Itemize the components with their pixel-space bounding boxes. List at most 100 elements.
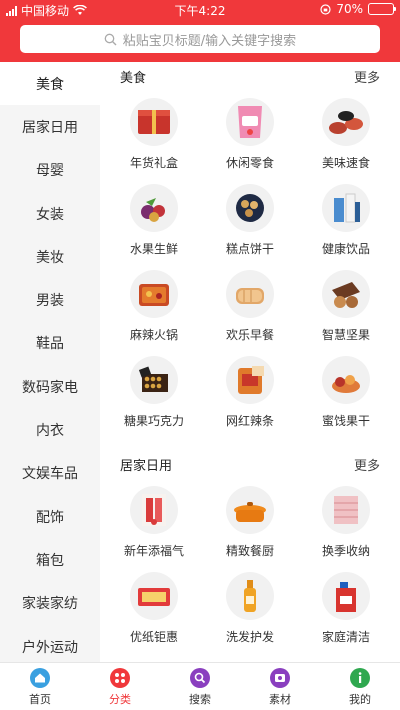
subcategory-item[interactable]: 欢乐早餐 (202, 262, 298, 348)
spicy-strips-icon (226, 356, 274, 404)
orientation-lock-icon (320, 3, 331, 15)
sidebar-item[interactable]: 美食 (0, 62, 100, 106)
status-bar: 中国移动 下午4:22 70% (0, 0, 400, 20)
cooking-pot-icon (226, 486, 274, 534)
subcategory-item[interactable]: 休闲零食 (202, 90, 298, 176)
sidebar-item[interactable]: 鞋品 (0, 322, 100, 365)
sidebar-item[interactable]: 文娱车品 (0, 452, 100, 495)
subcategory-item[interactable]: 健康饮品 (298, 176, 394, 262)
subcategory-item[interactable]: 美味速食 (298, 90, 394, 176)
bread-icon (226, 270, 274, 318)
subcategory-item[interactable]: 糕点饼干 (202, 176, 298, 262)
sidebar-item[interactable]: 居家日用 (0, 105, 100, 148)
sidebar-item[interactable]: 数码家电 (0, 365, 100, 408)
chocolate-icon (130, 356, 178, 404)
subcategory-label: 精致餐厨 (225, 544, 274, 558)
subcategory-item[interactable]: 优纸钜惠 (106, 564, 202, 650)
snack-bag-icon (226, 98, 274, 146)
gift-box-icon (130, 98, 178, 146)
sidebar-item[interactable]: 男装 (0, 278, 100, 321)
sidebar-item-label: 家装家纺 (22, 596, 78, 613)
noodle-bowls-icon (322, 98, 370, 146)
tab-label: 我的 (349, 692, 371, 706)
sidebar-item-label: 户外运动 (22, 639, 78, 656)
category-icon (110, 667, 130, 688)
shampoo-bottle-icon (226, 572, 274, 620)
tab-profile[interactable]: 我的 (320, 663, 400, 710)
more-link[interactable]: 更多 (354, 67, 380, 86)
sidebar-item-label: 文娱车品 (22, 466, 78, 483)
sidebar-item[interactable]: 箱包 (0, 538, 100, 581)
search-icon (190, 667, 210, 688)
battery-percent: 70% (336, 2, 363, 16)
nuts-icon (322, 270, 370, 318)
cookies-icon (226, 184, 274, 232)
sidebar-item-label: 美妆 (36, 249, 64, 266)
subcategory-item[interactable]: 麻辣火锅 (106, 262, 202, 348)
sidebar-item-label: 箱包 (36, 552, 64, 569)
detergent-bottle-icon (322, 572, 370, 620)
subcategory-item[interactable]: 精致餐厨 (202, 478, 298, 564)
subcategory-item[interactable]: 网红辣条 (202, 348, 298, 434)
subcategory-item[interactable]: 换季收纳 (298, 478, 394, 564)
sidebar-item[interactable]: 家装家纺 (0, 582, 100, 625)
tab-label: 搜索 (189, 692, 211, 706)
tab-category[interactable]: 分类 (80, 663, 160, 710)
tab-material[interactable]: 素材 (240, 663, 320, 710)
sidebar-item-label: 女装 (36, 206, 64, 223)
subcategory-item[interactable]: 糖果巧克力 (106, 348, 202, 434)
search-icon (104, 33, 117, 45)
dried-fruit-icon (322, 356, 370, 404)
sidebar-item-label: 美食 (36, 76, 64, 93)
subcategory-label: 健康饮品 (321, 242, 370, 256)
subcategory-content: 美食 更多 年货礼盒 休闲零食 美味速食 水果生鲜 糕点饼干 健康饮品 麻辣火锅 欢乐早餐 智慧坚果… (100, 62, 400, 662)
subcategory-label: 休闲零食 (225, 156, 274, 170)
fruit-icon (130, 184, 178, 232)
section-title: 居家日用 (120, 458, 173, 474)
subcategory-label: 蜜饯果干 (321, 414, 370, 428)
subcategory-label: 智慧坚果 (321, 328, 370, 342)
tab-label: 分类 (109, 692, 131, 706)
subcategory-item[interactable]: 蜜饯果干 (298, 348, 394, 434)
subcategory-item[interactable]: 新年添福气 (106, 478, 202, 564)
subcategory-item[interactable]: 水果生鲜 (106, 176, 202, 262)
sidebar-item[interactable]: 内衣 (0, 408, 100, 451)
subcategory-label: 糕点饼干 (225, 242, 274, 256)
battery-icon (368, 3, 396, 15)
subcategory-label: 网红辣条 (225, 414, 274, 428)
category-sidebar: 美食居家日用母婴女装美妆男装鞋品数码家电内衣文娱车品配饰箱包家装家纺户外运动 (0, 62, 100, 662)
drink-bottles-icon (322, 184, 370, 232)
bottom-tab-bar: 首页 分类 搜索 素材 我的 (0, 662, 400, 710)
subcategory-item[interactable]: 智慧坚果 (298, 262, 394, 348)
sidebar-item[interactable]: 配饰 (0, 495, 100, 538)
subcategory-item[interactable]: 年货礼盒 (106, 90, 202, 176)
home-icon (30, 667, 50, 688)
sidebar-item-label: 母婴 (36, 163, 64, 180)
tab-label: 素材 (269, 692, 291, 706)
subcategory-label: 糖果巧克力 (123, 414, 184, 428)
subcategory-label: 麻辣火锅 (129, 328, 178, 342)
subcategory-label: 欢乐早餐 (225, 328, 274, 342)
sidebar-item[interactable]: 母婴 (0, 149, 100, 192)
section-header: 居家日用 更多 (100, 450, 400, 478)
app-header: 中国移动 下午4:22 70% 粘贴宝贝标题/输入关键字搜索 (0, 0, 400, 62)
storage-drawers-icon (322, 486, 370, 534)
sidebar-item[interactable]: 户外运动 (0, 625, 100, 662)
sidebar-item-label: 数码家电 (22, 379, 78, 396)
sidebar-item[interactable]: 美妆 (0, 235, 100, 278)
subcategory-item[interactable]: 家庭清洁 (298, 564, 394, 650)
more-link[interactable]: 更多 (354, 455, 380, 474)
tab-search[interactable]: 搜索 (160, 663, 240, 710)
subcategory-grid: 年货礼盒 休闲零食 美味速食水果生鲜 糕点饼干 健康饮品麻辣火锅 欢乐早餐 智慧坚果糖果巧克… (100, 90, 400, 434)
subcategory-label: 美味速食 (321, 156, 370, 170)
sidebar-item-label: 配饰 (36, 509, 64, 526)
sidebar-item[interactable]: 女装 (0, 192, 100, 235)
tab-home[interactable]: 首页 (0, 663, 80, 710)
subcategory-item[interactable]: 洗发护发 (202, 564, 298, 650)
new-year-decor-icon (130, 486, 178, 534)
subcategory-grid: 新年添福气 精致餐厨 换季收纳优纸钜惠 洗发护发 家庭清洁 (100, 478, 400, 650)
hotpot-icon (130, 270, 178, 318)
search-box[interactable]: 粘贴宝贝标题/输入关键字搜索 (20, 25, 380, 53)
sidebar-item-label: 男装 (36, 293, 64, 310)
